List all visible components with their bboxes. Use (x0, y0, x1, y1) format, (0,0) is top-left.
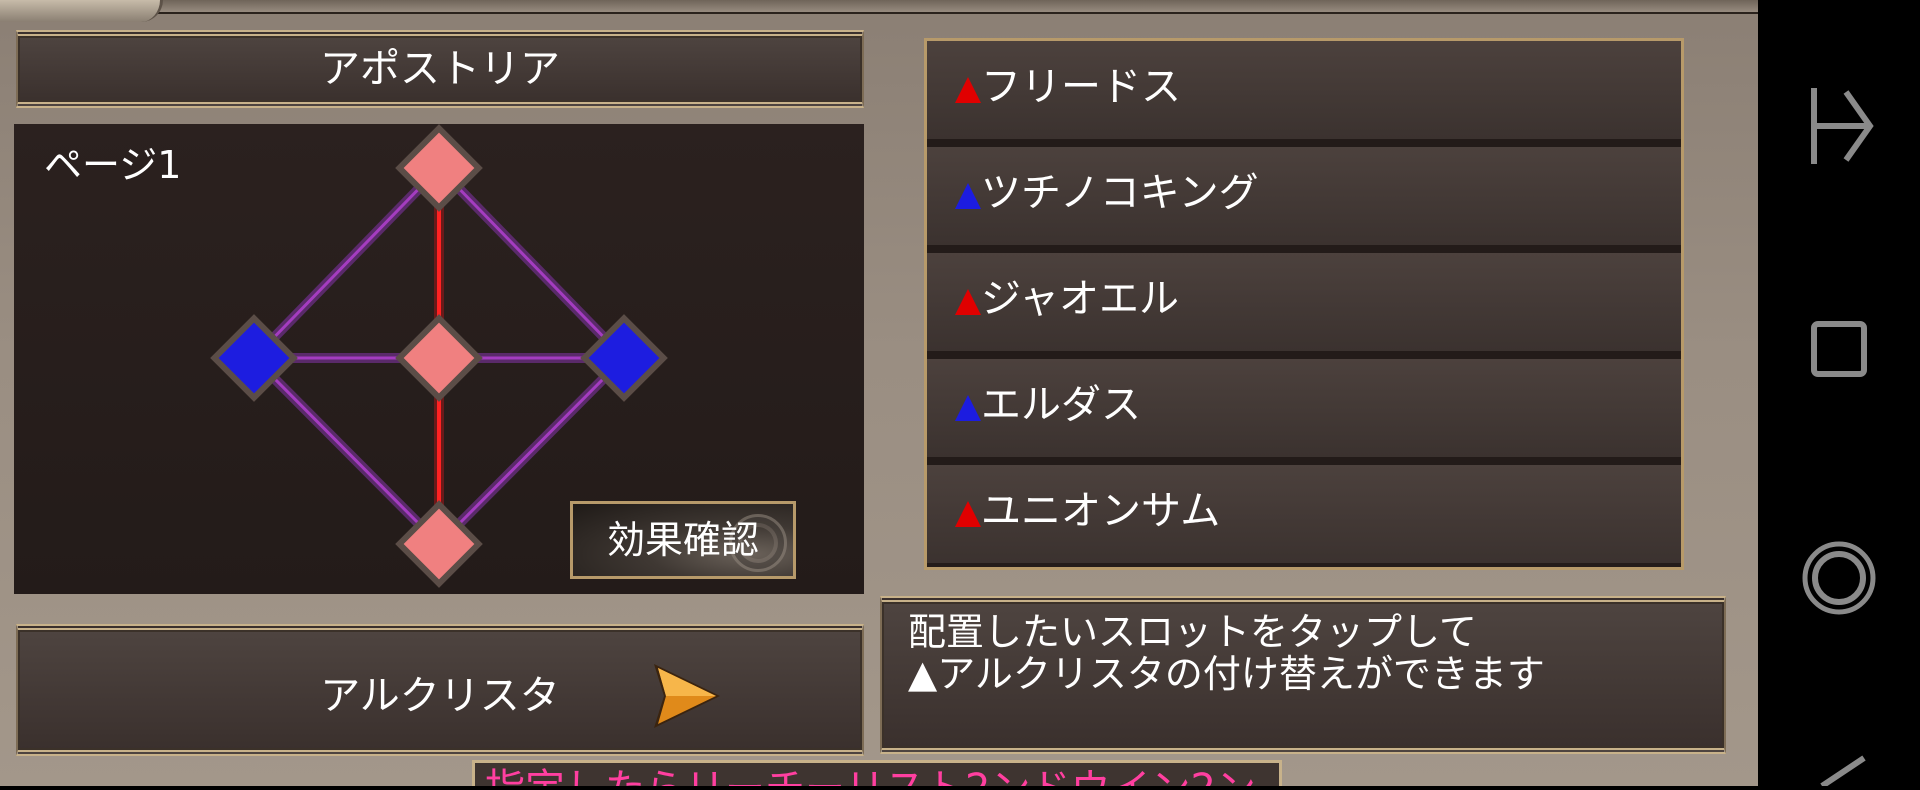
crystal-name: ユニオンサム (981, 488, 1221, 534)
list-item-3[interactable]: エルダス (927, 359, 1681, 465)
character-title-bar: アポストリア (16, 30, 864, 108)
list-item-2[interactable]: ジャオエル (927, 253, 1681, 359)
crystal-name: ジャオエル (981, 276, 1179, 322)
top-tab[interactable] (0, 0, 163, 22)
list-item-4[interactable]: ユニオンサム (927, 465, 1681, 563)
hint-line-1: 配置したいスロットをタップして (908, 610, 1477, 654)
home-icon (1802, 541, 1876, 615)
exit-icon (1811, 88, 1874, 164)
slot-board: ページ1 効果確認 (14, 124, 864, 594)
ticker-text: 指定したらリーチーリスト2ンドウイン2ン (485, 767, 1256, 786)
effect-check-button[interactable]: 効果確認 (570, 501, 796, 579)
red-triangle-icon (955, 501, 981, 527)
list-item-0[interactable]: フリードス (927, 41, 1681, 147)
arucrista-label: アルクリスタ (320, 673, 560, 719)
effect-check-label: 効果確認 (606, 518, 759, 562)
character-name: アポストリア (320, 46, 560, 92)
hint-line-2: ▲アルクリスタの付け替えができます (908, 652, 1545, 696)
blue-triangle-icon (955, 395, 981, 421)
top-bar (0, 0, 1758, 14)
arucrista-button[interactable]: アルクリスタ (16, 624, 864, 756)
recent-apps-icon (1811, 321, 1867, 377)
crystal-name: エルダス (981, 382, 1141, 428)
slot-center[interactable] (395, 314, 483, 402)
hint-box: 配置したいスロットをタップして ▲アルクリスタの付け替えができます (880, 596, 1726, 754)
game-screen: アポストリア ページ1 効果確認 フリードス ツチノコキング ジャオエル エルダ… (0, 0, 1758, 786)
arrow-right-icon (654, 664, 720, 728)
list-item-1[interactable]: ツチノコキング (927, 147, 1681, 253)
recent-apps-button[interactable] (1758, 290, 1920, 410)
back-button[interactable] (1758, 730, 1920, 789)
crystal-name: フリードス (981, 64, 1181, 110)
ticker-bar: 指定したらリーチーリスト2ンドウイン2ン (472, 760, 1282, 786)
blue-triangle-icon (955, 183, 981, 209)
red-triangle-icon (955, 289, 981, 315)
red-triangle-icon (955, 77, 981, 103)
home-button[interactable] (1758, 518, 1920, 638)
crystal-name: ツチノコキング (981, 170, 1259, 216)
crystal-list: フリードス ツチノコキング ジャオエル エルダス ユニオンサム (924, 38, 1684, 570)
exit-button[interactable] (1758, 66, 1920, 186)
android-nav-bar (1758, 0, 1920, 789)
back-icon (1820, 755, 1866, 789)
